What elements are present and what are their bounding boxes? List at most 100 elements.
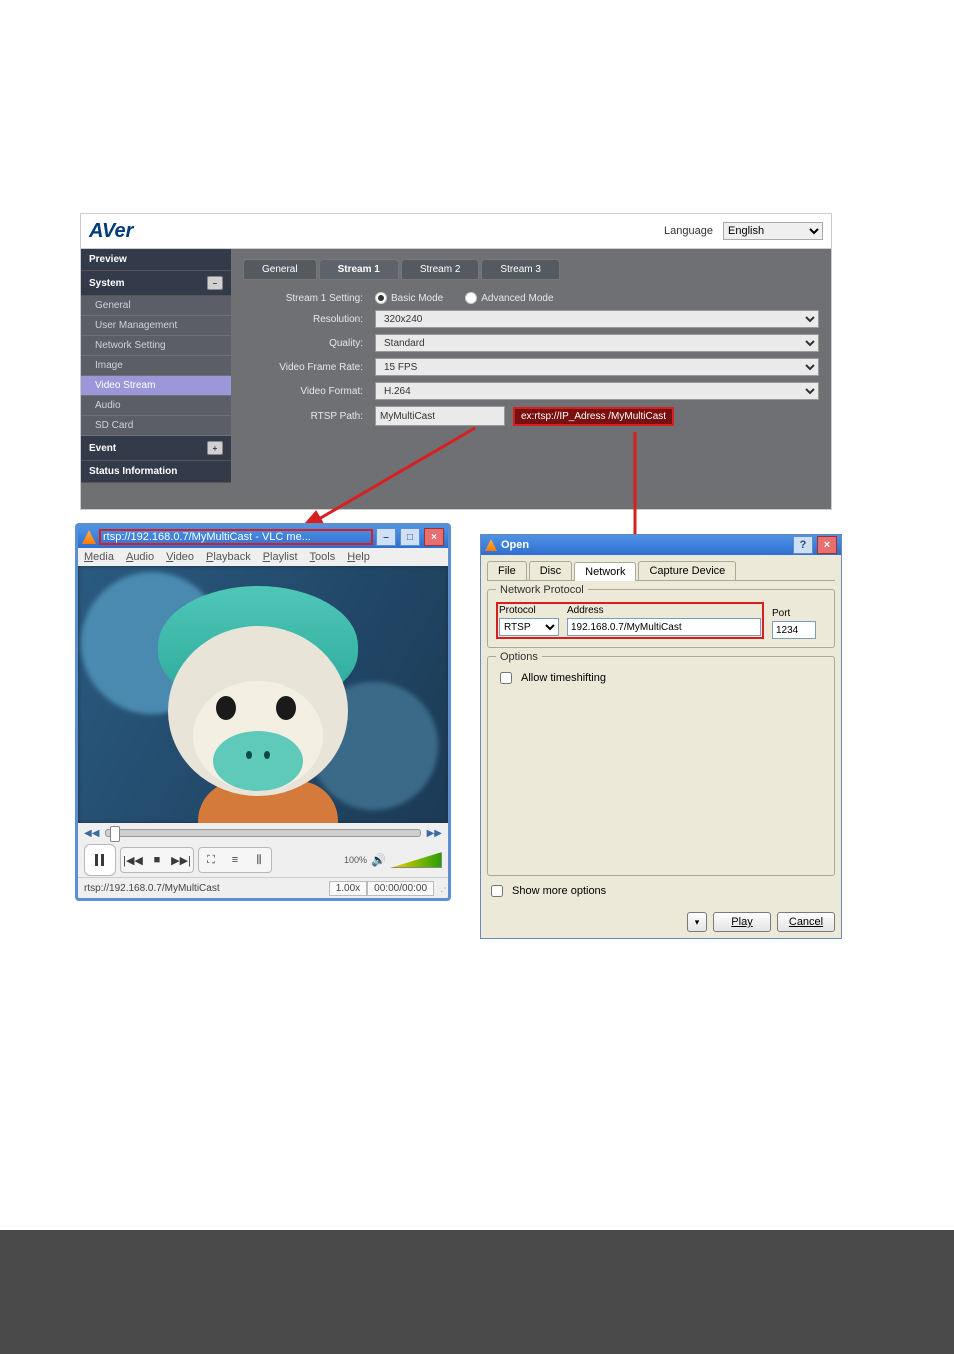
stream-tabs: General Stream 1 Stream 2 Stream 3 bbox=[243, 259, 819, 280]
dialog-title: Open bbox=[501, 539, 789, 551]
label-port: Port bbox=[772, 608, 826, 619]
collapse-icon[interactable]: – bbox=[207, 276, 223, 290]
select-resolution[interactable]: 320x240 bbox=[375, 310, 819, 328]
camera-admin-window: AVer Language English Preview System – G… bbox=[80, 213, 832, 510]
sidebar-section-preview[interactable]: Preview bbox=[81, 249, 231, 271]
stop-button[interactable]: ■ bbox=[145, 848, 169, 872]
camera-header: AVer Language English bbox=[81, 214, 831, 249]
sidebar-section-event[interactable]: Event + bbox=[81, 436, 231, 461]
sidebar: Preview System – General User Management… bbox=[81, 249, 231, 509]
sidebar-item-general[interactable]: General bbox=[81, 296, 231, 316]
playlist-button[interactable]: ≡ bbox=[223, 848, 247, 872]
sidebar-item-sd-card[interactable]: SD Card bbox=[81, 416, 231, 436]
fullscreen-button[interactable]: ⛶ bbox=[199, 848, 223, 872]
checkbox-show-more-options[interactable]: Show more options bbox=[487, 882, 835, 900]
seek-fwd-icon[interactable]: ▶▶ bbox=[427, 828, 442, 839]
vlc-title-bar[interactable]: rtsp://192.168.0.7/MyMultiCast - VLC me.… bbox=[78, 526, 448, 548]
dialog-tabs: File Disc Network Capture Device bbox=[487, 561, 835, 581]
radio-dot-icon bbox=[375, 292, 387, 304]
checkbox-timeshifting-box[interactable] bbox=[500, 672, 512, 684]
seek-back-icon[interactable]: ◀◀ bbox=[84, 828, 99, 839]
main-panel: General Stream 1 Stream 2 Stream 3 Strea… bbox=[231, 249, 831, 509]
equalizer-button[interactable]: ⫼ bbox=[247, 848, 271, 872]
radio-advanced-label: Advanced Mode bbox=[481, 293, 553, 304]
language-select[interactable]: English bbox=[723, 222, 823, 240]
radio-dot-icon bbox=[465, 292, 477, 304]
dialog-tab-capture[interactable]: Capture Device bbox=[638, 561, 736, 580]
status-stream-path: rtsp://192.168.0.7/MyMultiCast bbox=[78, 883, 329, 894]
expand-icon[interactable]: + bbox=[207, 441, 223, 455]
menu-help[interactable]: Help bbox=[347, 551, 370, 563]
label-video-format: Video Format: bbox=[243, 386, 375, 397]
vlc-controls: |◀◀ ■ ▶▶| ⛶ ≡ ⫼ 100% 🔊 bbox=[78, 843, 448, 877]
vlc-cone-icon bbox=[485, 539, 497, 551]
menu-tools[interactable]: Tools bbox=[310, 551, 336, 563]
label-stream-setting: Stream 1 Setting: bbox=[243, 293, 375, 304]
select-quality[interactable]: Standard bbox=[375, 334, 819, 352]
sidebar-item-image[interactable]: Image bbox=[81, 356, 231, 376]
volume-slider[interactable] bbox=[390, 852, 442, 868]
input-address[interactable] bbox=[567, 618, 761, 636]
fieldset-network-protocol: Network Protocol Protocol RTSP Address P… bbox=[487, 589, 835, 648]
label-address: Address bbox=[567, 605, 761, 616]
label-frame-rate: Video Frame Rate: bbox=[243, 362, 375, 373]
close-button[interactable]: × bbox=[424, 528, 444, 546]
seek-thumb[interactable] bbox=[110, 826, 120, 842]
radio-basic-label: Basic Mode bbox=[391, 293, 443, 304]
previous-button[interactable]: |◀◀ bbox=[121, 848, 145, 872]
menu-media[interactable]: Media bbox=[84, 551, 114, 563]
tab-stream2[interactable]: Stream 2 bbox=[401, 259, 480, 280]
brand-logo: AVer bbox=[89, 220, 133, 243]
sidebar-item-user-management[interactable]: User Management bbox=[81, 316, 231, 336]
select-video-format[interactable]: H.264 bbox=[375, 382, 819, 400]
checkbox-more-options-box[interactable] bbox=[491, 885, 503, 897]
play-pause-button[interactable] bbox=[84, 844, 116, 876]
select-protocol[interactable]: RTSP bbox=[499, 618, 559, 636]
input-rtsp-path[interactable] bbox=[375, 406, 505, 426]
dialog-footer: ▾ Play Cancel bbox=[481, 906, 841, 938]
input-port[interactable] bbox=[772, 621, 816, 639]
menu-playlist[interactable]: Playlist bbox=[263, 551, 298, 563]
cancel-button[interactable]: Cancel bbox=[777, 912, 835, 932]
sidebar-system-label: System bbox=[89, 278, 125, 289]
seek-track[interactable] bbox=[105, 829, 420, 837]
dialog-close-button[interactable]: × bbox=[817, 536, 837, 554]
sidebar-section-status[interactable]: Status Information bbox=[81, 461, 231, 483]
tab-stream3[interactable]: Stream 3 bbox=[481, 259, 560, 280]
vlc-menu-bar: Media Audio Video Playback Playlist Tool… bbox=[78, 548, 448, 566]
dialog-title-bar[interactable]: Open ? × bbox=[481, 535, 841, 555]
label-rtsp-path: RTSP Path: bbox=[243, 411, 375, 422]
label-quality: Quality: bbox=[243, 338, 375, 349]
dialog-tab-disc[interactable]: Disc bbox=[529, 561, 572, 580]
legend-options: Options bbox=[496, 651, 542, 663]
play-dropdown-button[interactable]: ▾ bbox=[687, 912, 707, 932]
tab-general[interactable]: General bbox=[243, 259, 317, 280]
menu-audio[interactable]: Audio bbox=[126, 551, 154, 563]
speaker-icon[interactable]: 🔊 bbox=[371, 853, 386, 867]
sidebar-item-network-setting[interactable]: Network Setting bbox=[81, 336, 231, 356]
maximize-button[interactable]: □ bbox=[400, 528, 420, 546]
minimize-button[interactable]: – bbox=[376, 528, 396, 546]
vlc-video-area[interactable] bbox=[78, 566, 448, 823]
radio-advanced-mode[interactable]: Advanced Mode bbox=[465, 292, 553, 304]
label-resolution: Resolution: bbox=[243, 314, 375, 325]
tab-stream1[interactable]: Stream 1 bbox=[319, 259, 399, 280]
sidebar-section-system[interactable]: System – bbox=[81, 271, 231, 296]
dialog-help-button[interactable]: ? bbox=[793, 536, 813, 554]
checkbox-timeshifting[interactable]: Allow timeshifting bbox=[496, 669, 826, 687]
sidebar-item-audio[interactable]: Audio bbox=[81, 396, 231, 416]
select-frame-rate[interactable]: 15 FPS bbox=[375, 358, 819, 376]
vlc-window-title: rtsp://192.168.0.7/MyMultiCast - VLC me.… bbox=[100, 530, 372, 544]
menu-video[interactable]: Video bbox=[166, 551, 194, 563]
language-label: Language bbox=[664, 225, 713, 237]
radio-basic-mode[interactable]: Basic Mode bbox=[375, 292, 443, 304]
sidebar-item-video-stream[interactable]: Video Stream bbox=[81, 376, 231, 396]
dialog-tab-file[interactable]: File bbox=[487, 561, 527, 580]
vlc-status-bar: rtsp://192.168.0.7/MyMultiCast 1.00x 00:… bbox=[78, 877, 448, 898]
next-button[interactable]: ▶▶| bbox=[169, 848, 193, 872]
menu-playback[interactable]: Playback bbox=[206, 551, 251, 563]
resize-grip-icon[interactable]: ⋰ bbox=[434, 883, 448, 894]
play-button[interactable]: Play bbox=[713, 912, 771, 932]
dialog-tab-network[interactable]: Network bbox=[574, 562, 636, 581]
legend-network-protocol: Network Protocol bbox=[496, 584, 588, 596]
